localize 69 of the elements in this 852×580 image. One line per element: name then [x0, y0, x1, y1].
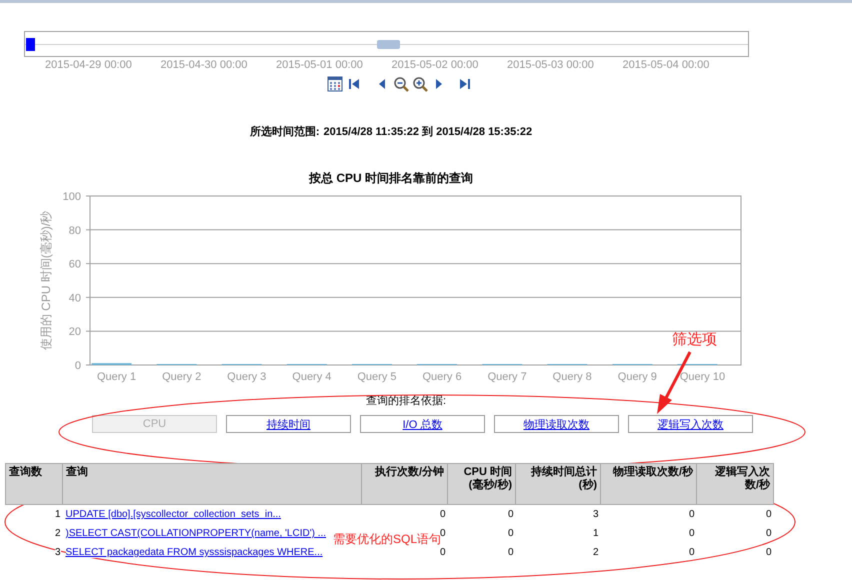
table-cell: 0: [766, 528, 772, 539]
table-cell: 3: [592, 509, 598, 520]
query-link[interactable]: UPDATE [dbo].[syscollector_collection_sets_in...: [66, 509, 281, 520]
x-axis-label: Query 10: [680, 371, 726, 383]
first-icon[interactable]: [346, 76, 362, 92]
range-label: 所选时间范围:: [250, 124, 320, 140]
x-axis-label: Query 7: [488, 371, 527, 383]
table-cell: 0: [440, 547, 446, 558]
table-cell: 0: [766, 509, 772, 520]
timeline-track[interactable]: [24, 31, 749, 57]
date-label: 2015-04-30 00:00: [160, 59, 248, 73]
rank-option-button[interactable]: 逻辑写入次数: [628, 415, 753, 433]
timeline-thumb[interactable]: [377, 40, 400, 49]
date-label: 2015-05-04 00:00: [622, 59, 710, 73]
table-cell: 1: [54, 509, 60, 520]
y-axis-title: 使用的 CPU 时间(毫秒)/秒: [39, 210, 53, 350]
rank-option-button[interactable]: 物理读取次数: [494, 415, 619, 433]
annotation-label: 需要优化的SQL语句: [333, 532, 442, 548]
y-tick-label: 40: [68, 292, 81, 304]
x-axis-label: Query 5: [357, 371, 397, 383]
column-header: 持续时间总计 (秒): [516, 464, 600, 504]
x-axis-label: Query 4: [292, 371, 332, 383]
query-link[interactable]: )SELECT CAST(COLLATIONPROPERTY(name, 'LCID') ...: [66, 528, 326, 539]
table-cell: 3: [54, 547, 60, 558]
table-cell: 1: [592, 528, 598, 539]
range-start-handle[interactable]: [26, 38, 35, 51]
y-tick-label: 0: [74, 360, 81, 372]
date-label: 2015-05-01 00:00: [276, 59, 364, 73]
zoom-in-icon[interactable]: [412, 76, 428, 92]
column-header: 查询数: [6, 464, 62, 504]
x-axis-label: Query 2: [162, 371, 202, 383]
calendar-icon[interactable]: [327, 76, 343, 92]
x-axis-label: Query 9: [618, 371, 657, 383]
y-tick-label: 80: [68, 224, 81, 237]
table-cell: 0: [508, 528, 514, 539]
query-link[interactable]: SELECT packagedata FROM sysssispackages WHERE...: [66, 547, 323, 558]
zoom-out-icon[interactable]: [393, 76, 409, 92]
date-label: 2015-05-03 00:00: [507, 59, 595, 73]
x-axis-label: Query 3: [227, 371, 266, 383]
table-cell: 0: [688, 528, 694, 539]
date-label: 2015-04-29 00:00: [45, 59, 133, 73]
table-cell: 0: [688, 509, 694, 520]
x-axis-label: Query 8: [552, 371, 592, 383]
table-cell: 0: [508, 509, 514, 520]
column-header: 逻辑写入次数/秒: [696, 464, 774, 504]
table-cell: 0: [440, 509, 446, 520]
y-tick-label: 20: [68, 326, 81, 338]
rank-option-button[interactable]: 持续时间: [226, 415, 351, 433]
table-cell: 0: [440, 528, 446, 539]
table-cell: 2: [592, 547, 598, 558]
column-header: 查询: [62, 464, 362, 504]
rank-option-button[interactable]: I/O 总数: [360, 415, 485, 433]
column-header: 物理读取次数/秒: [600, 464, 696, 504]
x-axis-label: Query 6: [422, 371, 462, 383]
annotation-label: 筛选项: [672, 330, 717, 349]
range-value: 2015/4/28 11:35:22 到 2015/4/28 15:35:22: [324, 125, 532, 140]
chart-title: 按总 CPU 时间排名靠前的查询: [308, 170, 473, 187]
table-cell: 0: [766, 547, 772, 558]
table-cell: 0: [508, 547, 514, 558]
date-label: 2015-05-02 00:00: [392, 59, 480, 73]
y-tick-label: 100: [62, 191, 81, 203]
ranking-label: 查询的排名依据:: [366, 394, 446, 408]
table-cell: 2: [54, 528, 60, 539]
last-icon[interactable]: [457, 76, 473, 92]
y-tick-label: 60: [68, 258, 81, 271]
x-axis-label: Query 1: [96, 371, 136, 383]
column-header: CPU 时间 (毫秒/秒): [448, 464, 516, 504]
table-cell: 0: [688, 547, 694, 558]
column-header: 执行次数/分钟: [362, 464, 448, 504]
